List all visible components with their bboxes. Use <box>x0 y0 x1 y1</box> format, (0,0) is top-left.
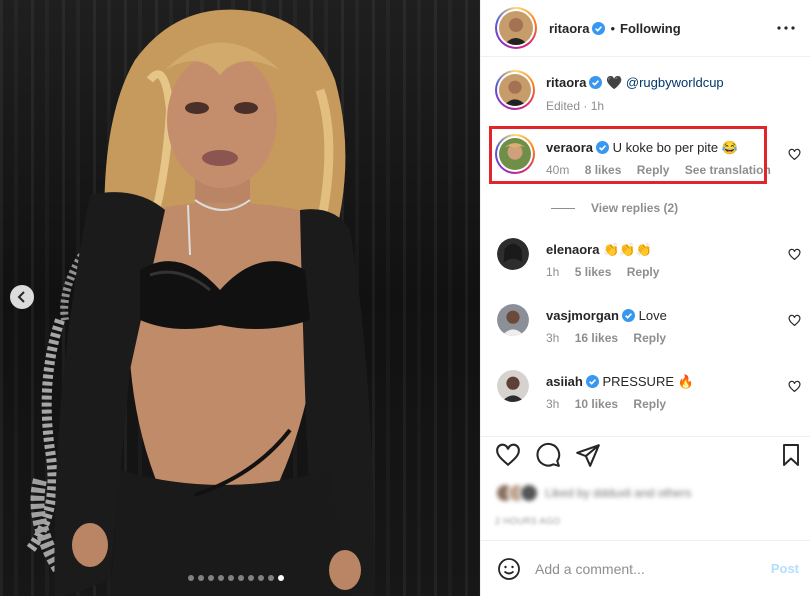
carousel-indicator <box>188 575 284 581</box>
following-button[interactable]: Following <box>620 21 681 36</box>
like-comment-button[interactable] <box>788 248 801 264</box>
carousel-dot <box>218 575 224 581</box>
reply-button[interactable]: Reply <box>627 265 660 279</box>
avatar-image <box>499 11 533 45</box>
comment-likes[interactable]: 16 likes <box>575 331 618 345</box>
save-button[interactable] <box>779 443 803 467</box>
carousel-dot <box>208 575 214 581</box>
comment-icon <box>536 442 561 467</box>
heart-icon <box>788 148 801 161</box>
post-photo-image <box>25 9 375 596</box>
comment-text: Love <box>638 308 667 323</box>
highlight-annotation <box>489 126 767 184</box>
heart-icon <box>788 248 801 261</box>
previous-photo-button[interactable] <box>10 285 34 309</box>
avatar-image <box>497 370 529 402</box>
post-header: ritaora • Following <box>481 0 810 57</box>
add-comment-bar: Post <box>481 540 810 596</box>
avatar-image <box>499 74 531 106</box>
commenter-avatar[interactable] <box>497 304 529 336</box>
caption-mention-link[interactable]: @rugbyworldcup <box>626 75 724 90</box>
post-photo[interactable] <box>0 0 480 596</box>
like-comment-button[interactable] <box>788 314 801 330</box>
comments-list: ritaora 🖤 @rugbyworldcup Edited · 1h ver… <box>481 58 810 436</box>
likes-summary[interactable]: Liked by ddduxli and others <box>495 483 691 503</box>
avatar-image <box>497 304 529 336</box>
heart-icon <box>788 314 801 327</box>
comment-time: 3h <box>546 397 560 411</box>
heart-icon <box>496 443 520 467</box>
caption-meta: Edited · 1h <box>546 99 605 113</box>
like-button[interactable] <box>495 442 521 468</box>
carousel-dot <box>188 575 194 581</box>
caption-emoji: 🖤 <box>606 75 623 90</box>
share-button[interactable] <box>575 442 601 468</box>
comment-username[interactable]: asiiah <box>546 374 583 389</box>
caption-avatar[interactable] <box>495 70 535 110</box>
carousel-dot <box>268 575 274 581</box>
avatar-image <box>497 238 529 270</box>
carousel-dot <box>258 575 264 581</box>
bookmark-icon <box>783 444 799 466</box>
carousel-dot <box>198 575 204 581</box>
liker-avatar <box>519 483 539 503</box>
emoji-icon <box>498 557 520 580</box>
reply-button[interactable]: Reply <box>633 331 666 345</box>
like-comment-button[interactable] <box>788 148 801 164</box>
more-options-button[interactable] <box>774 16 798 40</box>
reply-button[interactable]: Reply <box>633 397 666 411</box>
view-replies-button[interactable]: View replies (2) <box>551 201 678 215</box>
post-details-panel: ritaora • Following ritaora 🖤 @rugbyworl… <box>480 0 810 596</box>
commenter-avatar[interactable] <box>497 238 529 270</box>
author-username[interactable]: ritaora <box>549 21 589 36</box>
view-replies-label: View replies (2) <box>591 201 679 215</box>
share-icon <box>576 444 600 467</box>
post-actions: Liked by ddduxli and others 2 HOURS AGO <box>481 436 810 540</box>
comment-input[interactable] <box>535 560 771 577</box>
author-avatar[interactable] <box>495 7 537 49</box>
comment-likes[interactable]: 10 likes <box>575 397 618 411</box>
post-timestamp: 2 HOURS AGO <box>495 516 561 526</box>
carousel-dot <box>228 575 234 581</box>
chevron-left-icon <box>17 291 25 303</box>
comment-time: 3h <box>546 331 560 345</box>
post-comment-button[interactable]: Post <box>771 561 799 576</box>
comment-button[interactable] <box>535 442 561 468</box>
comment-text: 👏👏👏 <box>603 242 652 257</box>
like-comment-button[interactable] <box>788 380 801 396</box>
heart-icon <box>788 380 801 393</box>
emoji-picker-button[interactable] <box>497 557 521 581</box>
verified-badge-icon <box>621 309 635 322</box>
carousel-dot <box>278 575 284 581</box>
carousel-dot <box>248 575 254 581</box>
comment-username[interactable]: elenaora <box>546 242 599 257</box>
comment-username[interactable]: vasjmorgan <box>546 308 619 323</box>
replies-divider <box>551 207 575 209</box>
likes-summary-text: Liked by ddduxli and others <box>545 486 692 500</box>
header-separator: • <box>610 20 616 36</box>
comment-text: PRESSURE 🔥 <box>602 374 694 389</box>
comment-likes[interactable]: 5 likes <box>575 265 612 279</box>
verified-badge-icon <box>589 76 603 89</box>
carousel-dot <box>238 575 244 581</box>
commenter-avatar[interactable] <box>497 370 529 402</box>
verified-badge-icon <box>592 21 606 35</box>
caption-username[interactable]: ritaora <box>546 75 586 90</box>
more-options-icon <box>777 26 795 30</box>
comment-time: 1h <box>546 265 560 279</box>
verified-badge-icon <box>585 375 599 388</box>
